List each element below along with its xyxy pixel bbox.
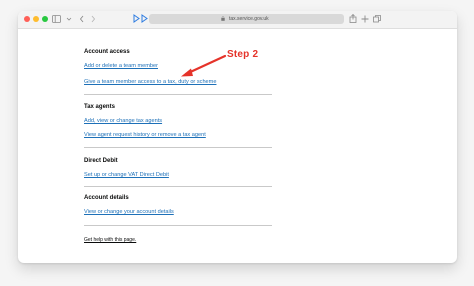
chevron-down-icon[interactable]	[66, 15, 72, 23]
section-heading: Direct Debit	[84, 158, 118, 164]
section-account-details: Account details View or change your acco…	[84, 194, 274, 215]
add-delete-team-member-link[interactable]: Add or delete a team member	[84, 62, 158, 70]
section-divider	[84, 225, 272, 226]
browser-toolbar: tax.service.gov.uk	[18, 11, 457, 29]
section-divider	[84, 186, 272, 187]
extension-icon[interactable]	[133, 14, 140, 23]
manage-tax-agents-link[interactable]: Add, view or change tax agents	[84, 117, 162, 125]
section-heading: Tax agents	[84, 104, 115, 110]
minimize-window-button[interactable]	[33, 16, 39, 22]
help-link[interactable]: Get help with this page.	[84, 237, 136, 244]
agent-request-history-link[interactable]: View agent request history or remove a t…	[84, 131, 206, 139]
new-tab-icon[interactable]	[361, 15, 369, 23]
url-text: tax.service.gov.uk	[229, 16, 269, 22]
vat-direct-debit-link[interactable]: Set up or change VAT Direct Debit	[84, 171, 169, 179]
red-arrow-icon	[181, 54, 227, 77]
lock-icon	[221, 16, 225, 21]
extension-icon-2[interactable]	[141, 14, 148, 23]
close-window-button[interactable]	[24, 16, 30, 22]
address-bar[interactable]: tax.service.gov.uk	[149, 14, 344, 24]
zoom-window-button[interactable]	[42, 16, 48, 22]
section-direct-debit: Direct Debit Set up or change VAT Direct…	[84, 157, 274, 178]
sidebar-icon[interactable]	[52, 15, 61, 23]
forward-icon[interactable]	[90, 15, 96, 23]
section-divider	[84, 94, 272, 95]
tab-overview-icon[interactable]	[373, 15, 381, 23]
section-divider	[84, 147, 272, 148]
back-icon[interactable]	[79, 15, 85, 23]
section-tax-agents: Tax agents Add, view or change tax agent…	[84, 103, 274, 138]
section-heading: Account details	[84, 195, 129, 201]
share-icon[interactable]	[349, 14, 357, 23]
step-annotation-label: Step 2	[227, 49, 259, 60]
browser-window: tax.service.gov.uk Account access Add or…	[18, 11, 457, 263]
account-details-link[interactable]: View or change your account details	[84, 208, 174, 216]
page-content: Account access Add or delete a team memb…	[18, 28, 457, 263]
